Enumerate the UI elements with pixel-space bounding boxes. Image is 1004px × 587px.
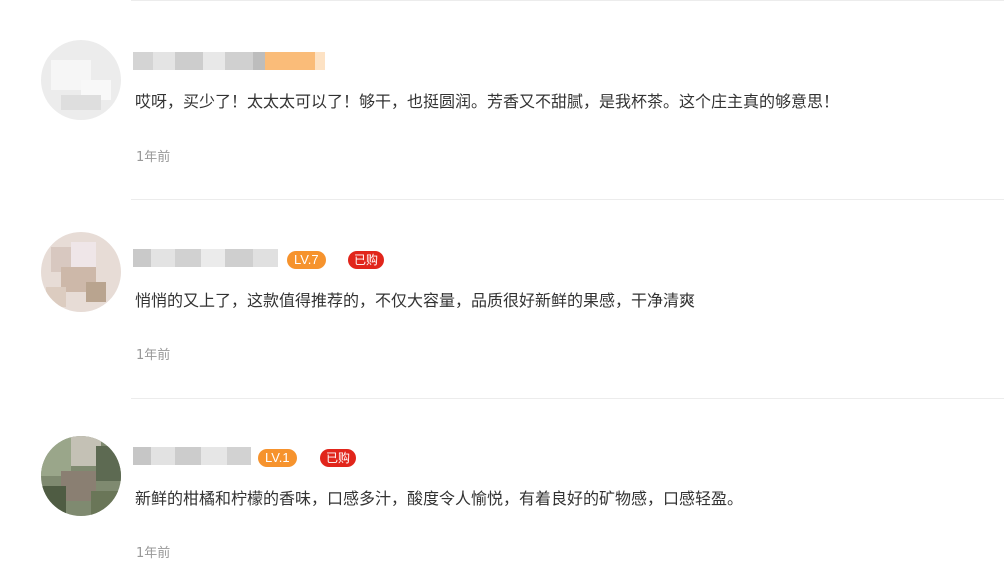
purchased-badge: 已购 bbox=[348, 251, 385, 269]
username-masked bbox=[133, 52, 325, 70]
review-list: 哎呀，买少了！太太太可以了！够干，也挺圆润。芳香又不甜腻，是我杯茶。这个庄主真的… bbox=[0, 0, 1004, 587]
review-time: 1年前 bbox=[136, 348, 171, 363]
avatar[interactable] bbox=[41, 436, 121, 516]
review-comment: 哎呀，买少了！太太太可以了！够干，也挺圆润。芳香又不甜腻，是我杯茶。这个庄主真的… bbox=[135, 92, 840, 111]
username-masked bbox=[133, 249, 278, 267]
review-item: LV.1 已购 新鲜的柑橘和柠檬的香味，口感多汁，酸度令人愉悦，有着良好的矿物感… bbox=[0, 398, 1004, 587]
review-time: 1年前 bbox=[136, 546, 171, 561]
review-item: 哎呀，买少了！太太太可以了！够干，也挺圆润。芳香又不甜腻，是我杯茶。这个庄主真的… bbox=[0, 0, 1004, 190]
review-comment: 悄悄的又上了，这款值得推荐的，不仅大容量，品质很好新鲜的果感，干净清爽 bbox=[135, 291, 696, 310]
avatar[interactable] bbox=[41, 40, 121, 120]
avatar[interactable] bbox=[41, 232, 121, 312]
review-time: 1年前 bbox=[136, 150, 171, 165]
review-item: LV.7 已购 悄悄的又上了，这款值得推荐的，不仅大容量，品质很好新鲜的果感，干… bbox=[0, 199, 1004, 389]
purchased-badge: 已购 bbox=[320, 449, 357, 467]
username-masked bbox=[133, 447, 251, 465]
review-comment: 新鲜的柑橘和柠檬的香味，口感多汁，酸度令人愉悦，有着良好的矿物感，口感轻盈。 bbox=[135, 489, 744, 508]
level-badge: LV.1 bbox=[258, 449, 297, 467]
level-badge: LV.7 bbox=[287, 251, 326, 269]
